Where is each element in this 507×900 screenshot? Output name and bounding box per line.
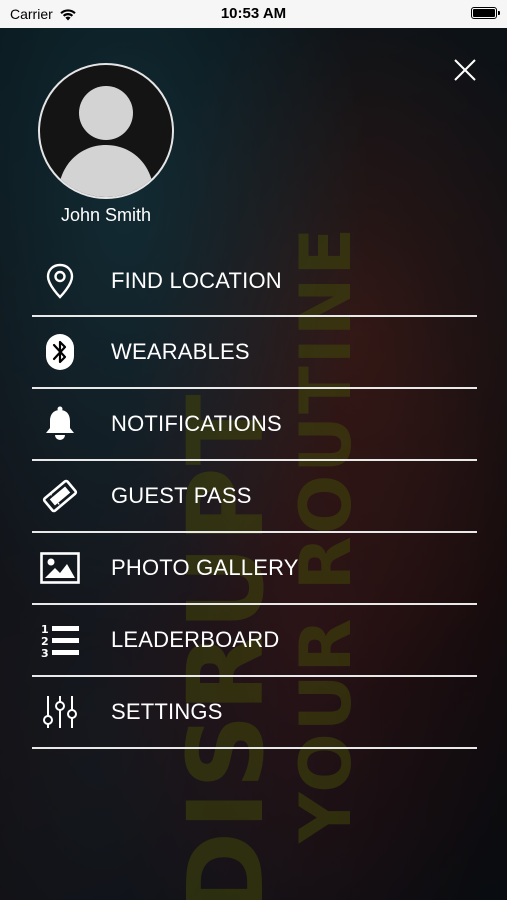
menu-item-notifications[interactable]: NOTIFICATIONS (32, 389, 477, 461)
close-icon[interactable] (452, 57, 478, 83)
menu-item-label: LEADERBOARD (111, 627, 280, 652)
menu-item-label: SETTINGS (111, 699, 223, 724)
battery-level (473, 9, 495, 17)
battery-icon (471, 7, 500, 19)
bell-icon (40, 404, 80, 444)
side-menu: FIND LOCATION WEARABLES NOTIFICATIONS GU… (32, 247, 477, 749)
menu-item-leaderboard[interactable]: 1 2 3 LEADERBOARD (32, 605, 477, 677)
numbered-list-icon: 1 2 3 (40, 620, 80, 660)
user-name: John Smith (60, 205, 152, 225)
menu-item-wearables[interactable]: WEARABLES (32, 317, 477, 389)
location-pin-icon (40, 261, 80, 301)
avatar[interactable] (38, 63, 174, 199)
menu-item-label: GUEST PASS (111, 483, 252, 508)
menu-item-photo-gallery[interactable]: PHOTO GALLERY (32, 533, 477, 605)
svg-text:3: 3 (41, 647, 49, 658)
status-time: 10:53 AM (220, 5, 287, 22)
menu-item-find-location[interactable]: FIND LOCATION (32, 247, 477, 317)
menu-item-label: WEARABLES (111, 339, 250, 364)
menu-item-guest-pass[interactable]: GUEST PASS (32, 461, 477, 533)
side-menu-screen: Carrier 10:53 AM DISRUPT YOUR ROUTINE Jo… (0, 0, 507, 900)
bluetooth-icon (40, 332, 80, 372)
menu-item-settings[interactable]: SETTINGS (32, 677, 477, 749)
image-icon (40, 548, 80, 588)
status-bar: Carrier 10:53 AM (0, 0, 507, 28)
person-icon (58, 86, 154, 197)
menu-item-label: FIND LOCATION (111, 268, 282, 293)
menu-item-label: NOTIFICATIONS (111, 411, 282, 436)
menu-item-label: PHOTO GALLERY (111, 555, 299, 580)
sliders-icon (40, 692, 80, 732)
ticket-icon (40, 476, 80, 516)
